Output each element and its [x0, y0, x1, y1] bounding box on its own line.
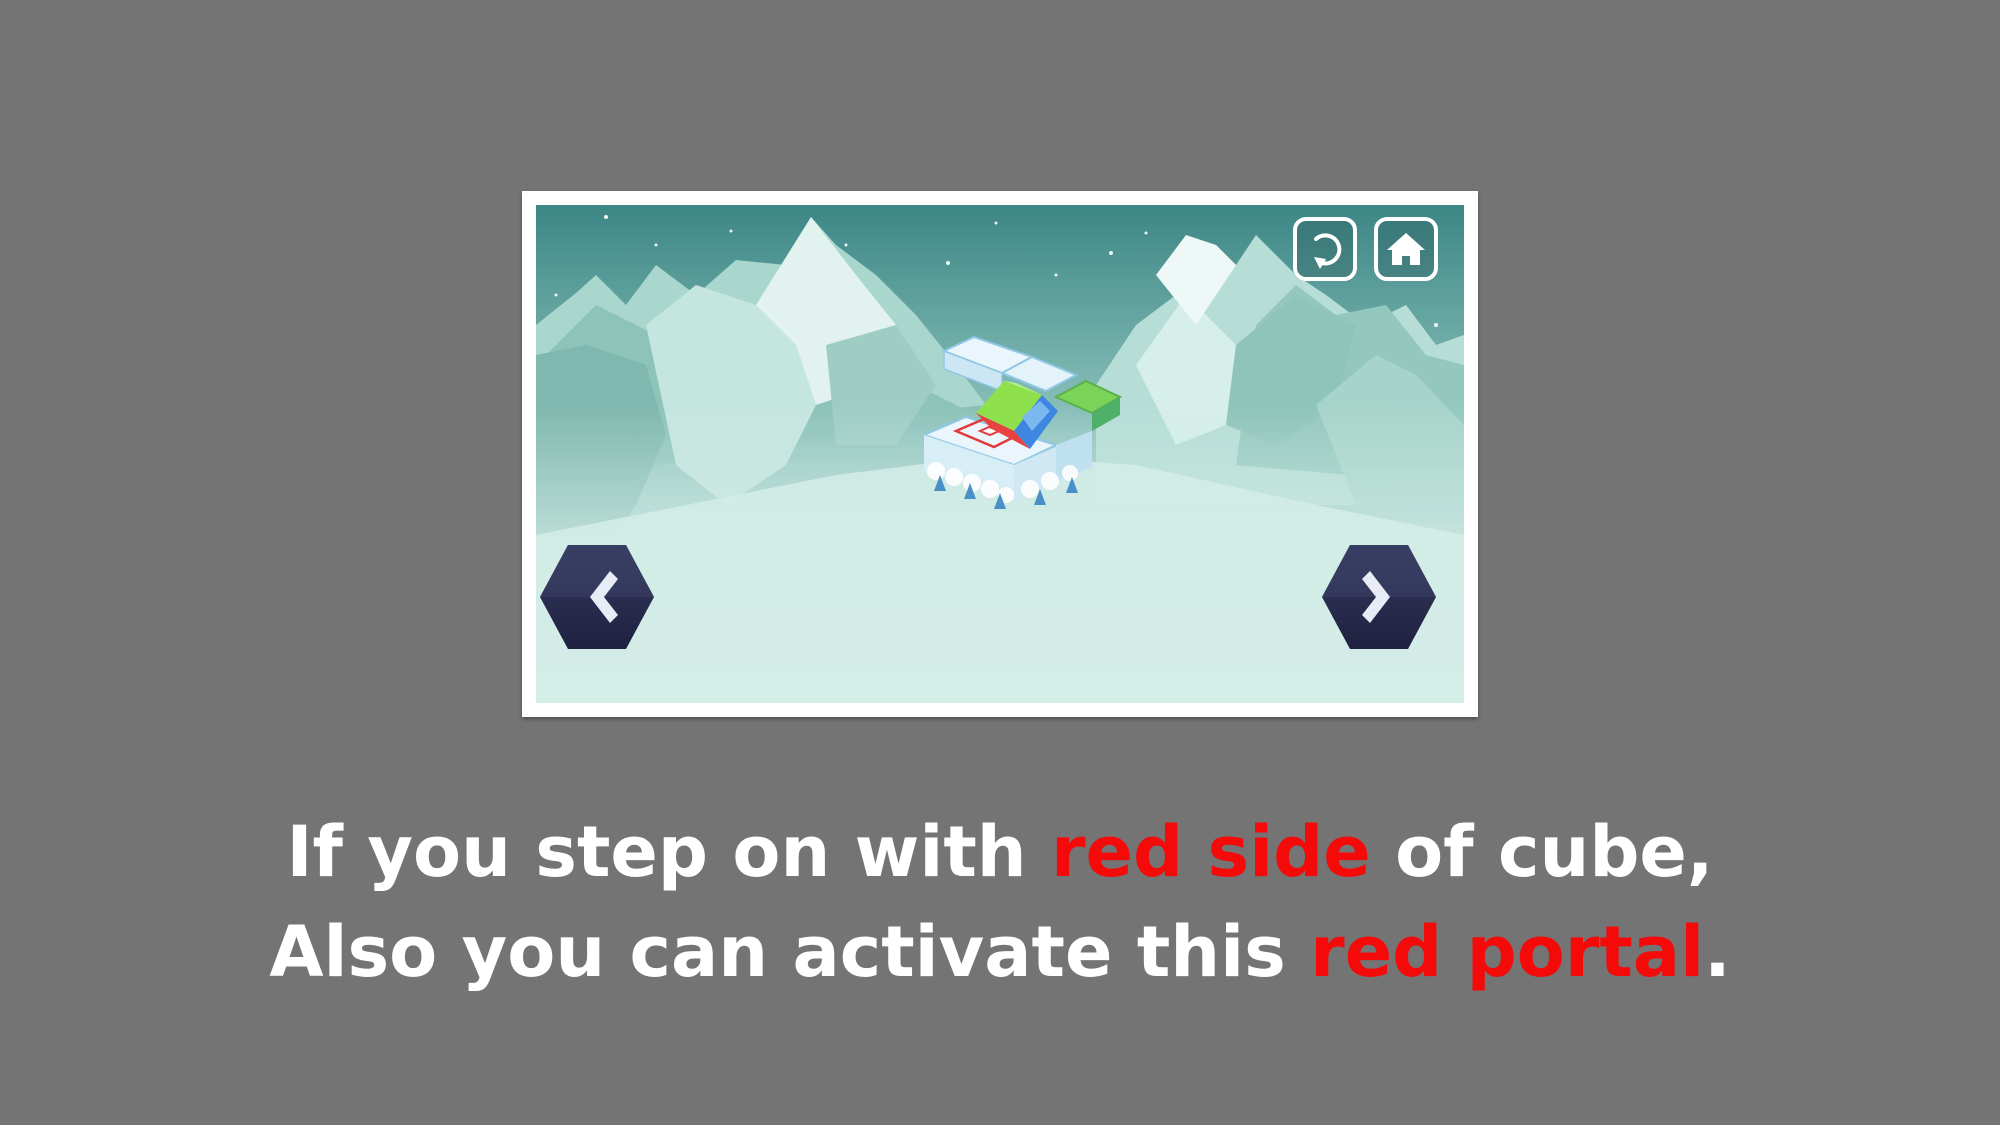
caption-line-2: Also you can activate this red portal.: [0, 902, 2000, 1002]
caption-line-1-highlight: red side: [1050, 811, 1371, 893]
home-button[interactable]: [1374, 217, 1438, 281]
restart-button[interactable]: [1293, 217, 1357, 281]
caption-line-1: If you step on with red side of cube,: [0, 802, 2000, 902]
caption-line-2-text: Also you can activate this: [269, 911, 1311, 993]
caption-line-1-tail: of cube,: [1370, 811, 1714, 893]
tutorial-caption: If you step on with red side of cube, Al…: [0, 802, 2000, 1002]
game-scene: [536, 205, 1464, 703]
caption-line-2-tail: .: [1704, 911, 1731, 993]
caption-line-1-text: If you step on with: [286, 811, 1051, 893]
tutorial-screenshot-frame: [522, 191, 1478, 717]
caption-line-2-highlight: red portal: [1310, 911, 1705, 993]
